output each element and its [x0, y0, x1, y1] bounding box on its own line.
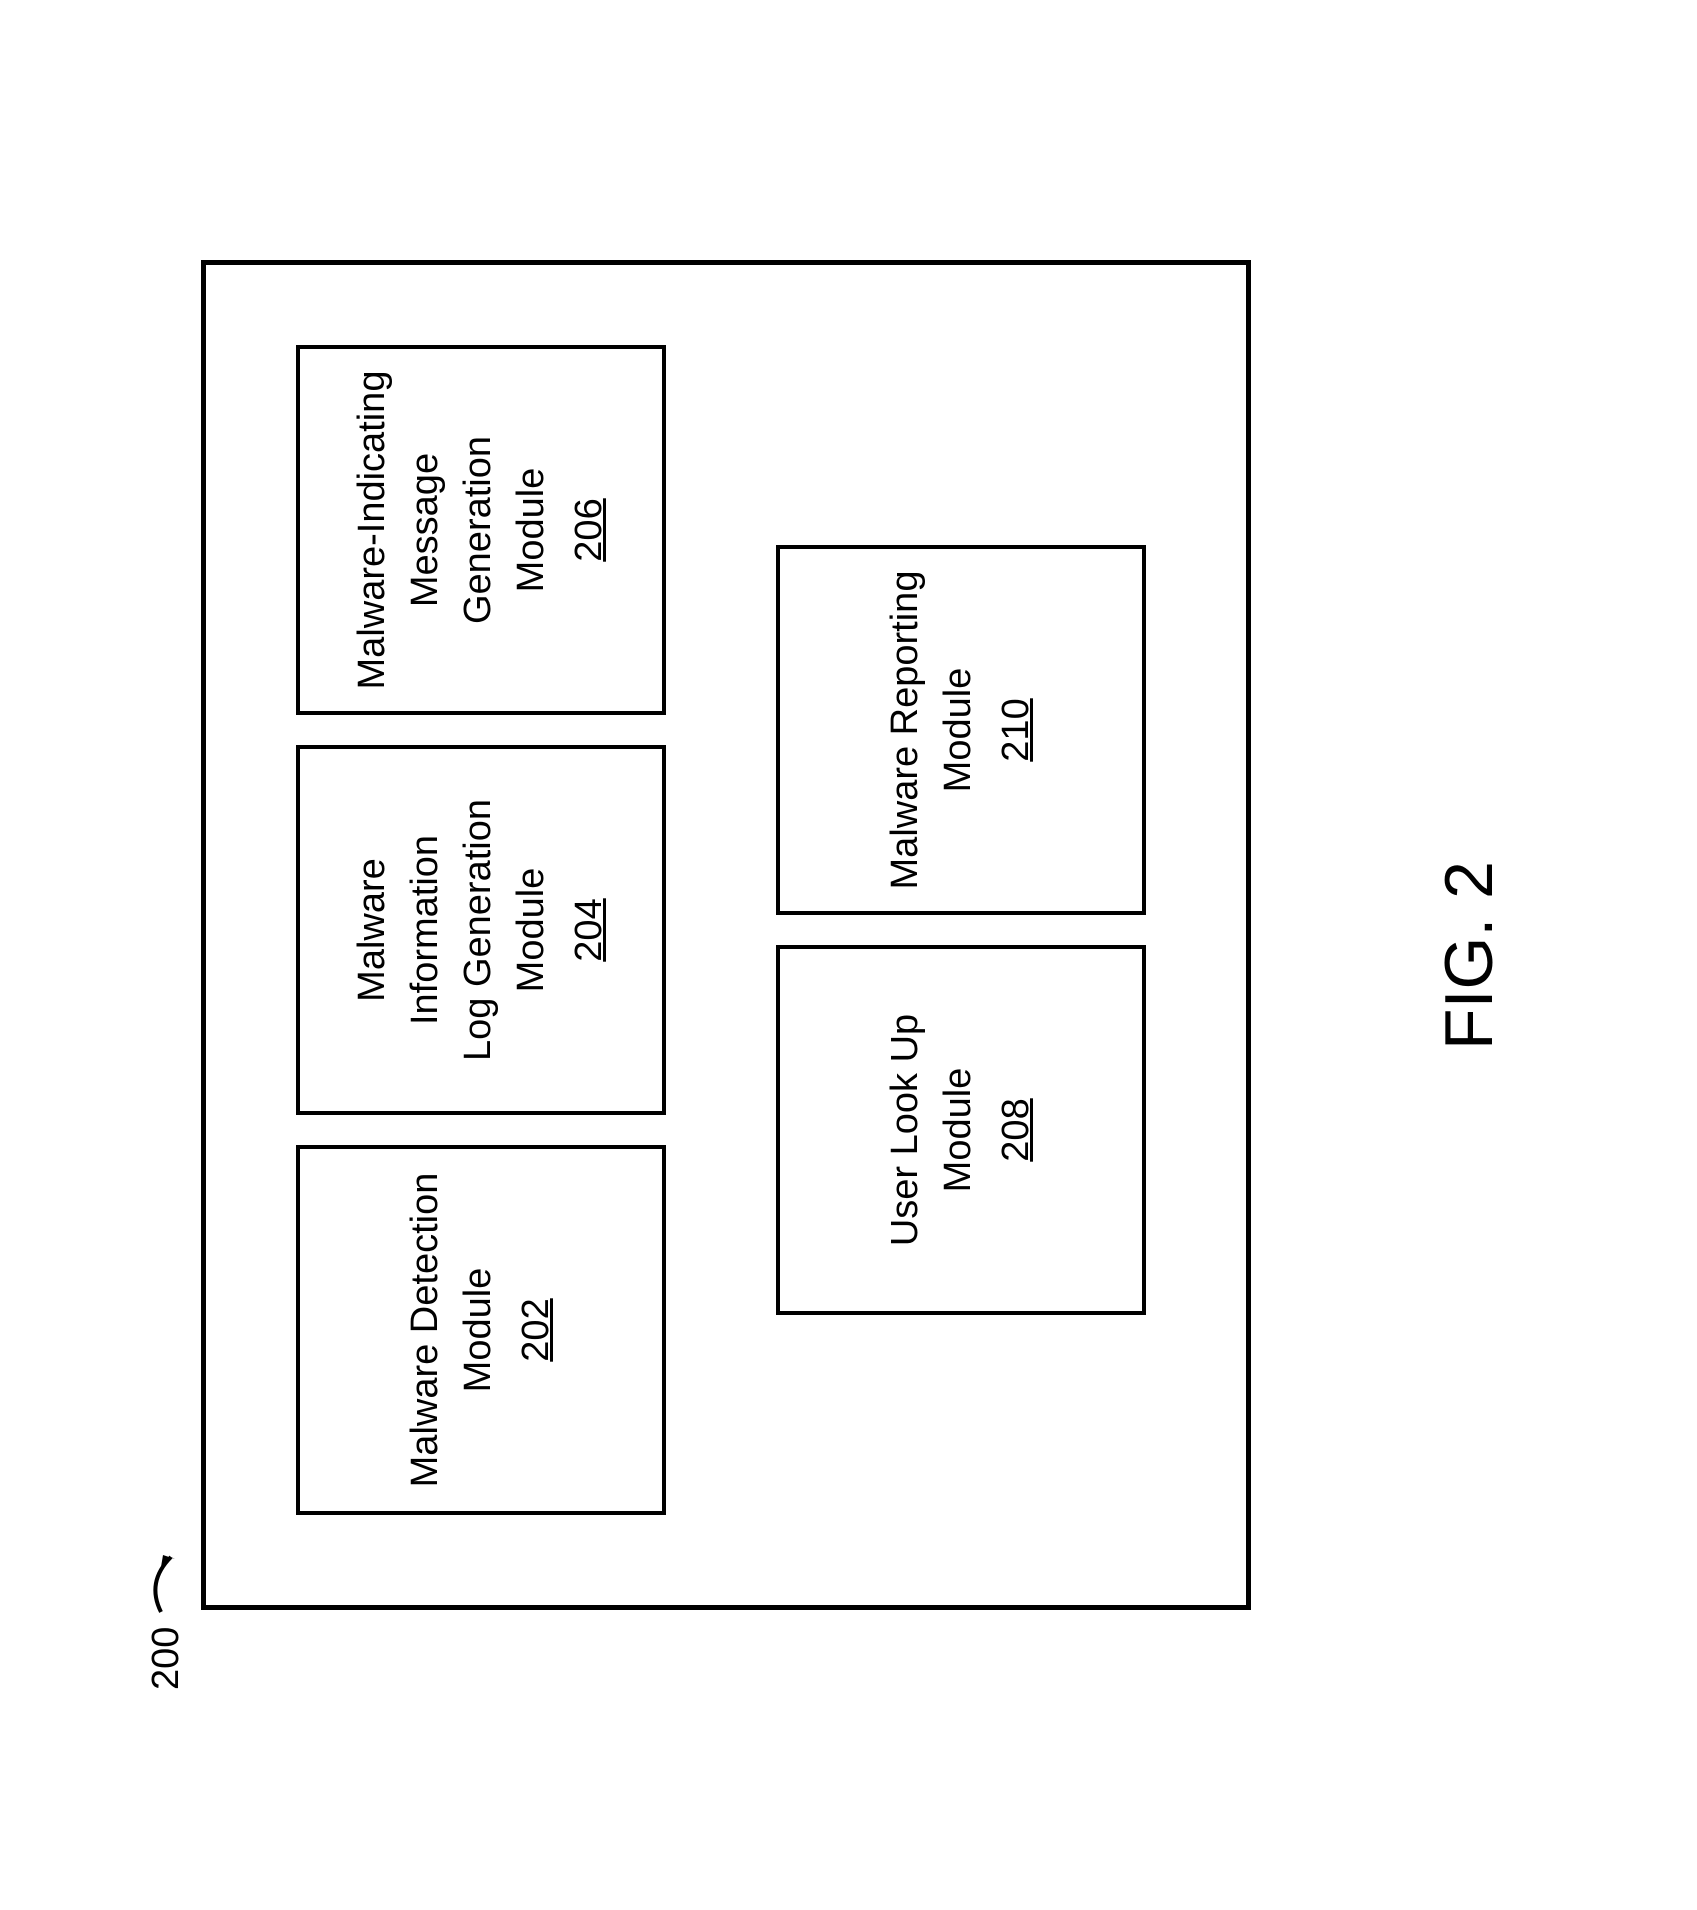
- user-lookup-module-box: User Look Up Module 208: [776, 945, 1146, 1315]
- module-ref: 206: [563, 498, 616, 561]
- module-title: Malware Reporting Module: [878, 570, 984, 889]
- module-ref: 204: [563, 898, 616, 961]
- module-ref: 210: [990, 698, 1043, 761]
- malware-info-log-module-box: Malware Information Log Generation Modul…: [296, 745, 666, 1115]
- malware-detection-module-box: Malware Detection Module 202: [296, 1145, 666, 1515]
- system-container-box: Malware Detection Module 202 Malware Inf…: [201, 260, 1251, 1610]
- malware-reporting-module-box: Malware Reporting Module 210: [776, 545, 1146, 915]
- module-title: Malware-Indicating Message Generation Mo…: [345, 369, 558, 691]
- ref-200-text: 200: [144, 1626, 187, 1689]
- module-ref: 208: [990, 1098, 1043, 1161]
- module-title: Malware Detection Module: [398, 1172, 504, 1487]
- ref-arrow-icon: [141, 1536, 191, 1616]
- figure-label: FIG. 2: [1430, 861, 1508, 1050]
- diagram-page: 200 Malware Detection Module 202 Malware…: [1, 1, 1697, 1910]
- module-ref: 202: [510, 1298, 563, 1361]
- malware-indicating-message-module-box: Malware-Indicating Message Generation Mo…: [296, 345, 666, 715]
- module-title: Malware Information Log Generation Modul…: [345, 769, 558, 1091]
- module-title: User Look Up Module: [878, 1013, 984, 1245]
- figure-reference-number: 200: [141, 1536, 191, 1689]
